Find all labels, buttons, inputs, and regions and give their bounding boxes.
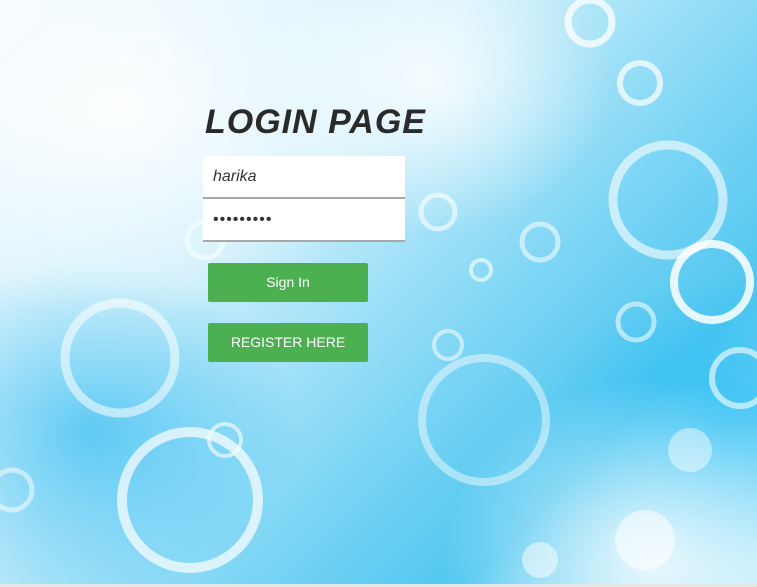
login-form: LOGIN PAGE Sign In REGISTER HERE [203, 100, 463, 362]
bubble-glow [615, 510, 675, 570]
username-input[interactable] [203, 156, 405, 199]
bubble [120, 30, 170, 80]
register-button[interactable]: REGISTER HERE [208, 323, 368, 362]
bubble [608, 140, 728, 260]
bubble [60, 298, 180, 418]
password-input[interactable] [203, 199, 405, 242]
bubble-glow [522, 542, 558, 578]
bubble-glow [668, 428, 712, 472]
page-title: LOGIN PAGE [205, 103, 426, 141]
bubble [670, 240, 754, 324]
bubble [564, 0, 616, 48]
bubble [709, 347, 757, 409]
bubble [617, 60, 663, 106]
login-page: LOGIN PAGE Sign In REGISTER HERE [0, 0, 757, 587]
bubble [0, 467, 35, 513]
bubble [615, 301, 657, 343]
sign-in-button[interactable]: Sign In [208, 263, 368, 302]
bubble [418, 354, 550, 486]
bubble [469, 258, 493, 282]
bubble [519, 221, 561, 263]
